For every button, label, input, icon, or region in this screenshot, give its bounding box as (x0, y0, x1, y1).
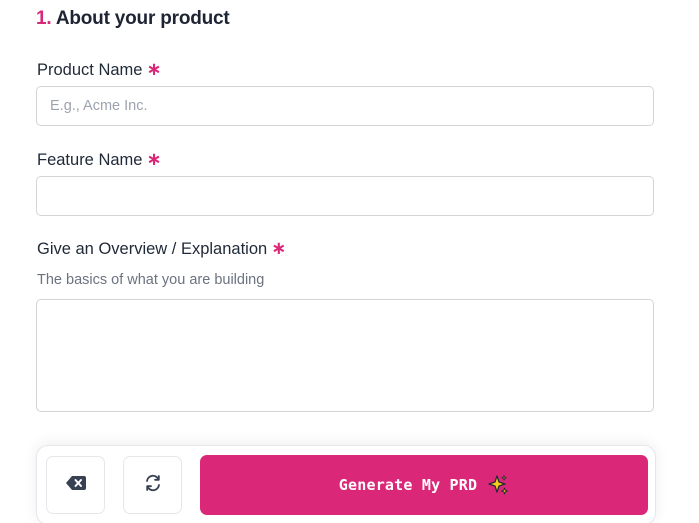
section-heading: 1. About your product (36, 8, 230, 30)
product-name-label-text: Product Name (37, 61, 143, 79)
action-bar: Generate My PRD (36, 445, 656, 523)
required-asterisk: ∗ (271, 238, 287, 258)
clear-button[interactable] (46, 456, 105, 514)
section-title-text: About your product (55, 8, 230, 29)
overview-textarea[interactable] (36, 299, 654, 412)
feature-name-input[interactable] (36, 176, 654, 216)
sparkle-icon (487, 474, 509, 496)
backspace-icon (65, 475, 87, 496)
overview-label-text: Give an Overview / Explanation (37, 240, 268, 258)
required-asterisk: ∗ (146, 149, 162, 169)
required-asterisk: ∗ (146, 59, 162, 79)
feature-name-label: Feature Name ∗ (37, 149, 162, 170)
refresh-icon (144, 474, 162, 497)
prd-form-page: 1. About your product Product Name∗ Feat… (0, 0, 699, 523)
reset-button[interactable] (123, 456, 182, 514)
overview-hint: The basics of what you are building (37, 272, 265, 288)
feature-name-label-text: Feature Name (37, 151, 143, 169)
product-name-label: Product Name ∗ (37, 59, 162, 80)
generate-prd-label: Generate My PRD (338, 476, 478, 494)
product-name-input[interactable] (36, 86, 654, 126)
overview-label: Give an Overview / Explanation ∗ (37, 238, 286, 259)
generate-prd-button[interactable]: Generate My PRD (200, 455, 648, 515)
section-number: 1. (36, 8, 52, 29)
